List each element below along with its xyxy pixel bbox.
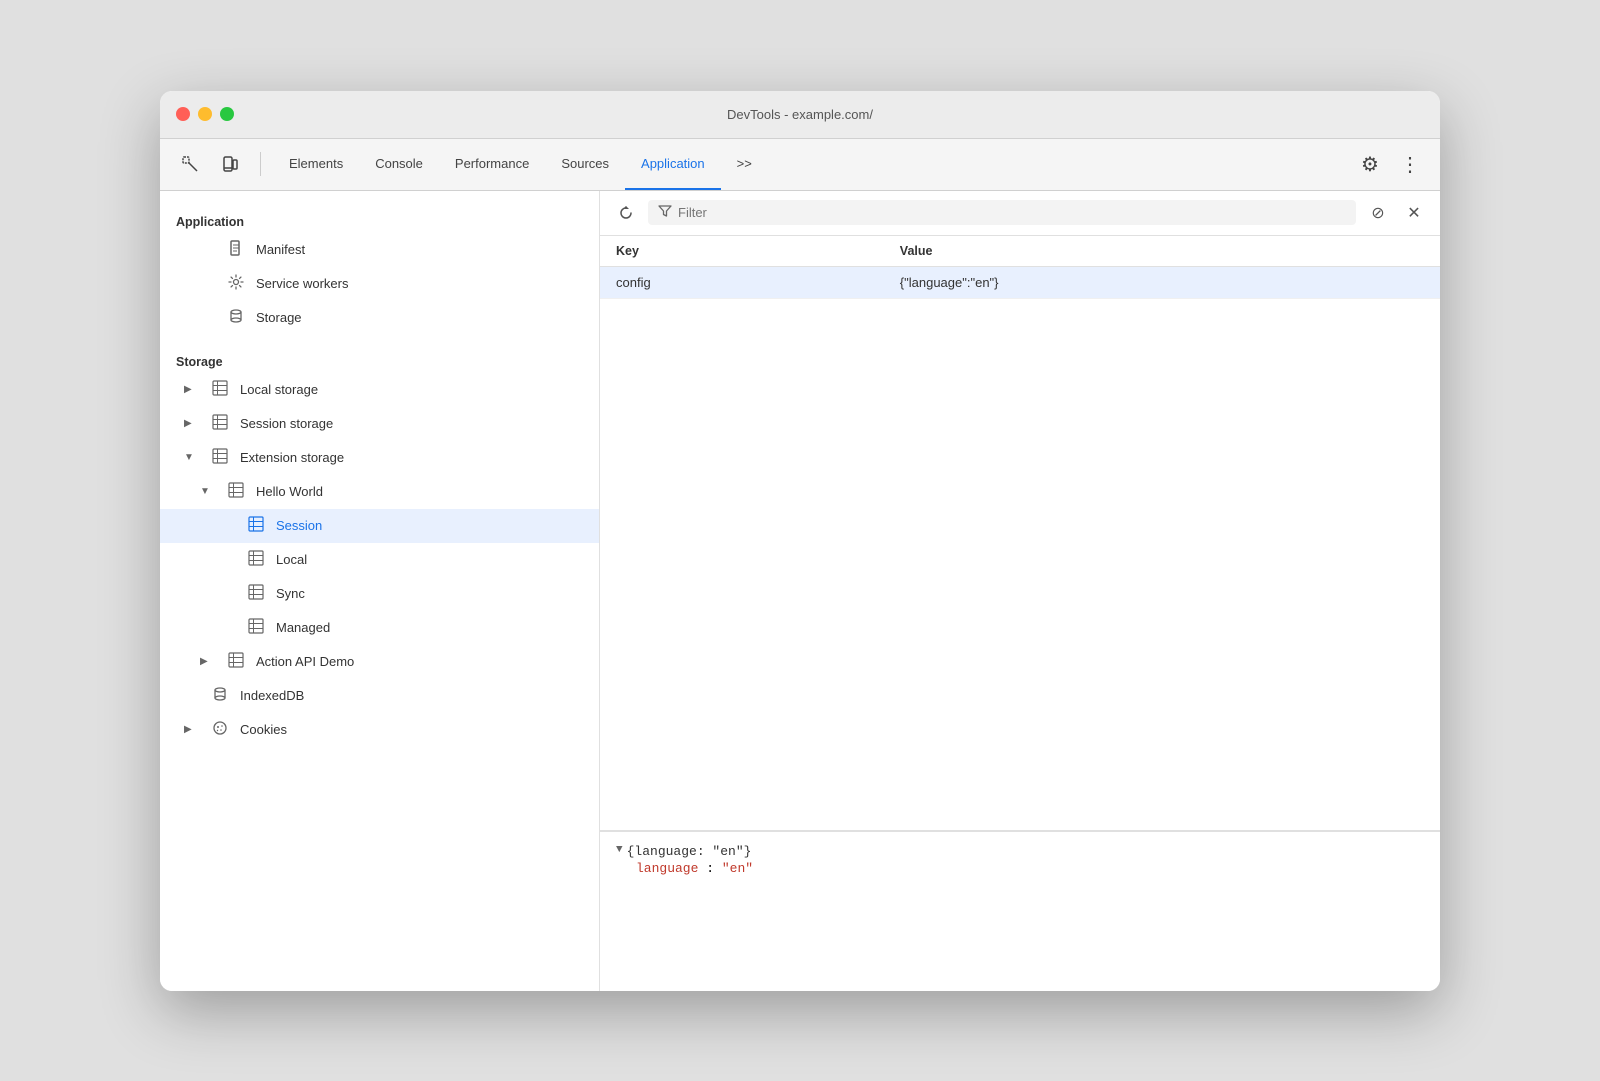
sidebar-item-manifest[interactable]: Manifest	[160, 233, 599, 267]
device-toolbar-button[interactable]	[212, 146, 248, 182]
sidebar-section-storage: Storage	[160, 347, 599, 373]
sidebar-item-action-api[interactable]: ▶ Action API Demo	[160, 645, 599, 679]
inspect-element-button[interactable]	[172, 146, 208, 182]
local-label: Local	[276, 552, 307, 567]
grid-icon-local2	[246, 550, 266, 570]
action-api-expander: ▶	[200, 656, 216, 667]
grid-icon-hw	[226, 482, 246, 502]
cookies-label: Cookies	[240, 722, 287, 737]
sidebar: Application Manifest	[160, 191, 600, 991]
session-storage-expander: ▶	[184, 418, 200, 429]
manifest-label: Manifest	[256, 242, 305, 257]
indexeddb-label: IndexedDB	[240, 688, 304, 703]
sidebar-item-service-workers[interactable]: Service workers	[160, 267, 599, 301]
sync-label: Sync	[276, 586, 305, 601]
preview-value: "en"	[722, 861, 753, 876]
devtools-window: DevTools - example.com/ Elements Console…	[160, 91, 1440, 991]
preview-colon: :	[706, 861, 722, 876]
hello-world-label: Hello World	[256, 484, 323, 499]
sidebar-item-managed[interactable]: Managed	[160, 611, 599, 645]
title-bar: DevTools - example.com/	[160, 91, 1440, 139]
tab-performance[interactable]: Performance	[439, 138, 545, 190]
sidebar-item-sync[interactable]: Sync	[160, 577, 599, 611]
sidebar-item-indexeddb[interactable]: IndexedDB	[160, 679, 599, 713]
preview-nested: language : "en"	[616, 861, 1424, 876]
preview-root-row: ▼ {language: "en"}	[616, 844, 1424, 859]
filter-bar: ⊘ ✕	[600, 191, 1440, 236]
cookie-icon	[210, 720, 230, 740]
grid-icon-managed	[246, 618, 266, 638]
maximize-button[interactable]	[220, 107, 234, 121]
session-label: Session	[276, 518, 322, 533]
preview-expander[interactable]: ▼	[616, 844, 623, 856]
preview-property: language	[636, 861, 698, 876]
tab-sources[interactable]: Sources	[545, 138, 625, 190]
local-storage-expander: ▶	[184, 384, 200, 395]
toolbar-right: ⚙ ⋮	[1352, 146, 1428, 182]
close-button[interactable]: ✕	[1400, 199, 1428, 227]
data-table: Key Value config {"language":"en"}	[600, 236, 1440, 831]
filter-actions: ⊘ ✕	[1364, 199, 1428, 227]
tab-elements[interactable]: Elements	[273, 138, 359, 190]
right-panel: ⊘ ✕ Key Value config {"language":"en"}	[600, 191, 1440, 991]
grid-icon-ext	[210, 448, 230, 468]
filter-input[interactable]	[678, 205, 1346, 220]
service-workers-label: Service workers	[256, 276, 348, 291]
grid-icon-sync	[246, 584, 266, 604]
nav-tabs: Elements Console Performance Sources App…	[273, 138, 1348, 190]
extension-storage-label: Extension storage	[240, 450, 344, 465]
traffic-lights	[176, 107, 234, 121]
close-button[interactable]	[176, 107, 190, 121]
tab-console[interactable]: Console	[359, 138, 439, 190]
more-options-button[interactable]: ⋮	[1392, 146, 1428, 182]
toolbar-divider	[260, 152, 261, 176]
sidebar-item-session-storage[interactable]: ▶ Session storage	[160, 407, 599, 441]
filter-input-wrap	[648, 200, 1356, 225]
toolbar: Elements Console Performance Sources App…	[160, 139, 1440, 191]
filter-icon	[658, 204, 672, 221]
settings-button[interactable]: ⚙	[1352, 146, 1388, 182]
main-content: Application Manifest	[160, 191, 1440, 991]
tab-more[interactable]: >>	[721, 138, 768, 190]
sidebar-item-session[interactable]: Session	[160, 509, 599, 543]
sidebar-item-hello-world[interactable]: ▼ Hello World	[160, 475, 599, 509]
grid-icon-action	[226, 652, 246, 672]
sidebar-item-extension-storage[interactable]: ▼ Extension storage	[160, 441, 599, 475]
action-api-label: Action API Demo	[256, 654, 354, 669]
session-storage-label: Session storage	[240, 416, 333, 431]
managed-label: Managed	[276, 620, 330, 635]
grid-icon-session	[210, 414, 230, 434]
cookies-expander: ▶	[184, 724, 200, 735]
sidebar-item-cookies[interactable]: ▶ Cookies	[160, 713, 599, 747]
storage-table: Key Value config {"language":"en"}	[600, 236, 1440, 299]
window-title: DevTools - example.com/	[727, 107, 873, 122]
preview-panel: ▼ {language: "en"} language : "en"	[600, 831, 1440, 991]
hello-world-expander: ▼	[200, 486, 216, 497]
grid-icon-local	[210, 380, 230, 400]
table-row[interactable]: config {"language":"en"}	[600, 266, 1440, 298]
preview-root-label: {language: "en"}	[627, 844, 752, 859]
storage-label: Storage	[256, 310, 302, 325]
cylinder-icon	[226, 308, 246, 328]
cell-key: config	[600, 266, 884, 298]
local-storage-label: Local storage	[240, 382, 318, 397]
tab-application[interactable]: Application	[625, 138, 721, 190]
sidebar-item-local-storage[interactable]: ▶ Local storage	[160, 373, 599, 407]
clear-filter-button[interactable]: ⊘	[1364, 199, 1392, 227]
cylinder-icon-2	[210, 686, 230, 706]
sidebar-item-local[interactable]: Local	[160, 543, 599, 577]
document-icon	[226, 240, 246, 260]
extension-storage-expander: ▼	[184, 452, 200, 463]
minimize-button[interactable]	[198, 107, 212, 121]
grid-icon-session2	[246, 516, 266, 536]
sidebar-section-application: Application	[160, 207, 599, 233]
col-key: Key	[600, 236, 884, 267]
refresh-button[interactable]	[612, 199, 640, 227]
gear-icon	[226, 274, 246, 294]
sidebar-item-storage[interactable]: Storage	[160, 301, 599, 335]
cell-value: {"language":"en"}	[884, 266, 1440, 298]
col-value: Value	[884, 236, 1440, 267]
